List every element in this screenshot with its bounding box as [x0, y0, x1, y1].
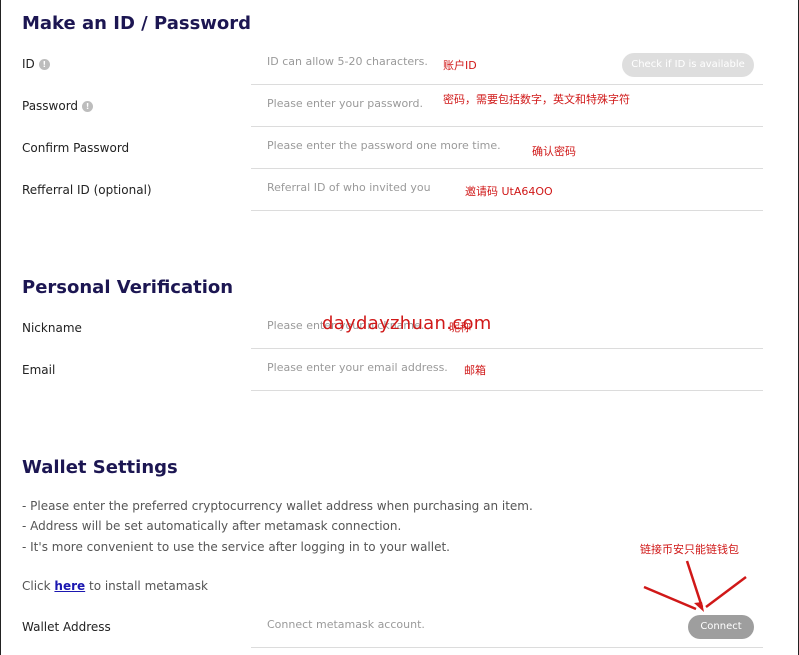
- section-title-account: Make an ID / Password: [22, 13, 252, 34]
- nickname-label: Nickname: [22, 321, 82, 335]
- id-input[interactable]: [267, 55, 447, 68]
- id-label: ID: [22, 57, 35, 71]
- info-icon[interactable]: !: [38, 58, 50, 70]
- email-note: 邮箱: [464, 364, 486, 377]
- email-field: [251, 349, 763, 391]
- referral-label-row: Refferral ID (optional): [22, 182, 152, 198]
- section-title-wallet: Wallet Settings: [22, 457, 178, 478]
- install-suffix: to install metamask: [85, 579, 208, 593]
- referral-note: 邀请码 UtA64OO: [465, 185, 553, 198]
- connect-button[interactable]: Connect: [688, 615, 754, 639]
- id-label-row: ID !: [22, 56, 50, 72]
- id-note: 账户ID: [443, 59, 477, 72]
- confirm-label-row: Confirm Password: [22, 140, 129, 156]
- email-label: Email: [22, 363, 56, 377]
- referral-input[interactable]: [267, 181, 447, 194]
- referral-label: Refferral ID (optional): [22, 183, 152, 197]
- install-prefix: Click: [22, 579, 55, 593]
- section-title-personal: Personal Verification: [22, 277, 234, 298]
- nickname-label-row: Nickname: [22, 320, 82, 336]
- confirm-password-label: Confirm Password: [22, 141, 130, 155]
- wallet-address-label-row: Wallet Address: [22, 619, 111, 635]
- confirm-password-note: 确认密码: [532, 145, 576, 158]
- wallet-info-line: - Please enter the preferred cryptocurre…: [22, 499, 533, 513]
- check-id-button[interactable]: Check if ID is available: [622, 53, 754, 77]
- email-input[interactable]: [267, 361, 447, 374]
- confirm-password-field: [251, 127, 763, 169]
- wallet-address-input[interactable]: [267, 618, 447, 631]
- password-label: Password: [22, 99, 79, 113]
- watermark: daydayzhuan.com: [322, 313, 492, 334]
- install-metamask-link[interactable]: here: [54, 579, 85, 593]
- password-note: 密码，需要包括数字，英文和特殊字符: [443, 93, 630, 106]
- password-label-row: Password !: [22, 98, 94, 114]
- wallet-info-line: - It's more convenient to use the servic…: [22, 540, 450, 554]
- confirm-password-input[interactable]: [267, 139, 507, 152]
- email-label-row: Email: [22, 362, 55, 378]
- install-metamask-line: Click here to install metamask: [22, 579, 208, 593]
- info-icon[interactable]: !: [82, 100, 94, 112]
- wallet-address-label: Wallet Address: [22, 620, 111, 634]
- wallet-info-line: - Address will be set automatically afte…: [22, 519, 402, 533]
- wallet-address-field: [251, 606, 763, 648]
- password-input[interactable]: [267, 97, 447, 110]
